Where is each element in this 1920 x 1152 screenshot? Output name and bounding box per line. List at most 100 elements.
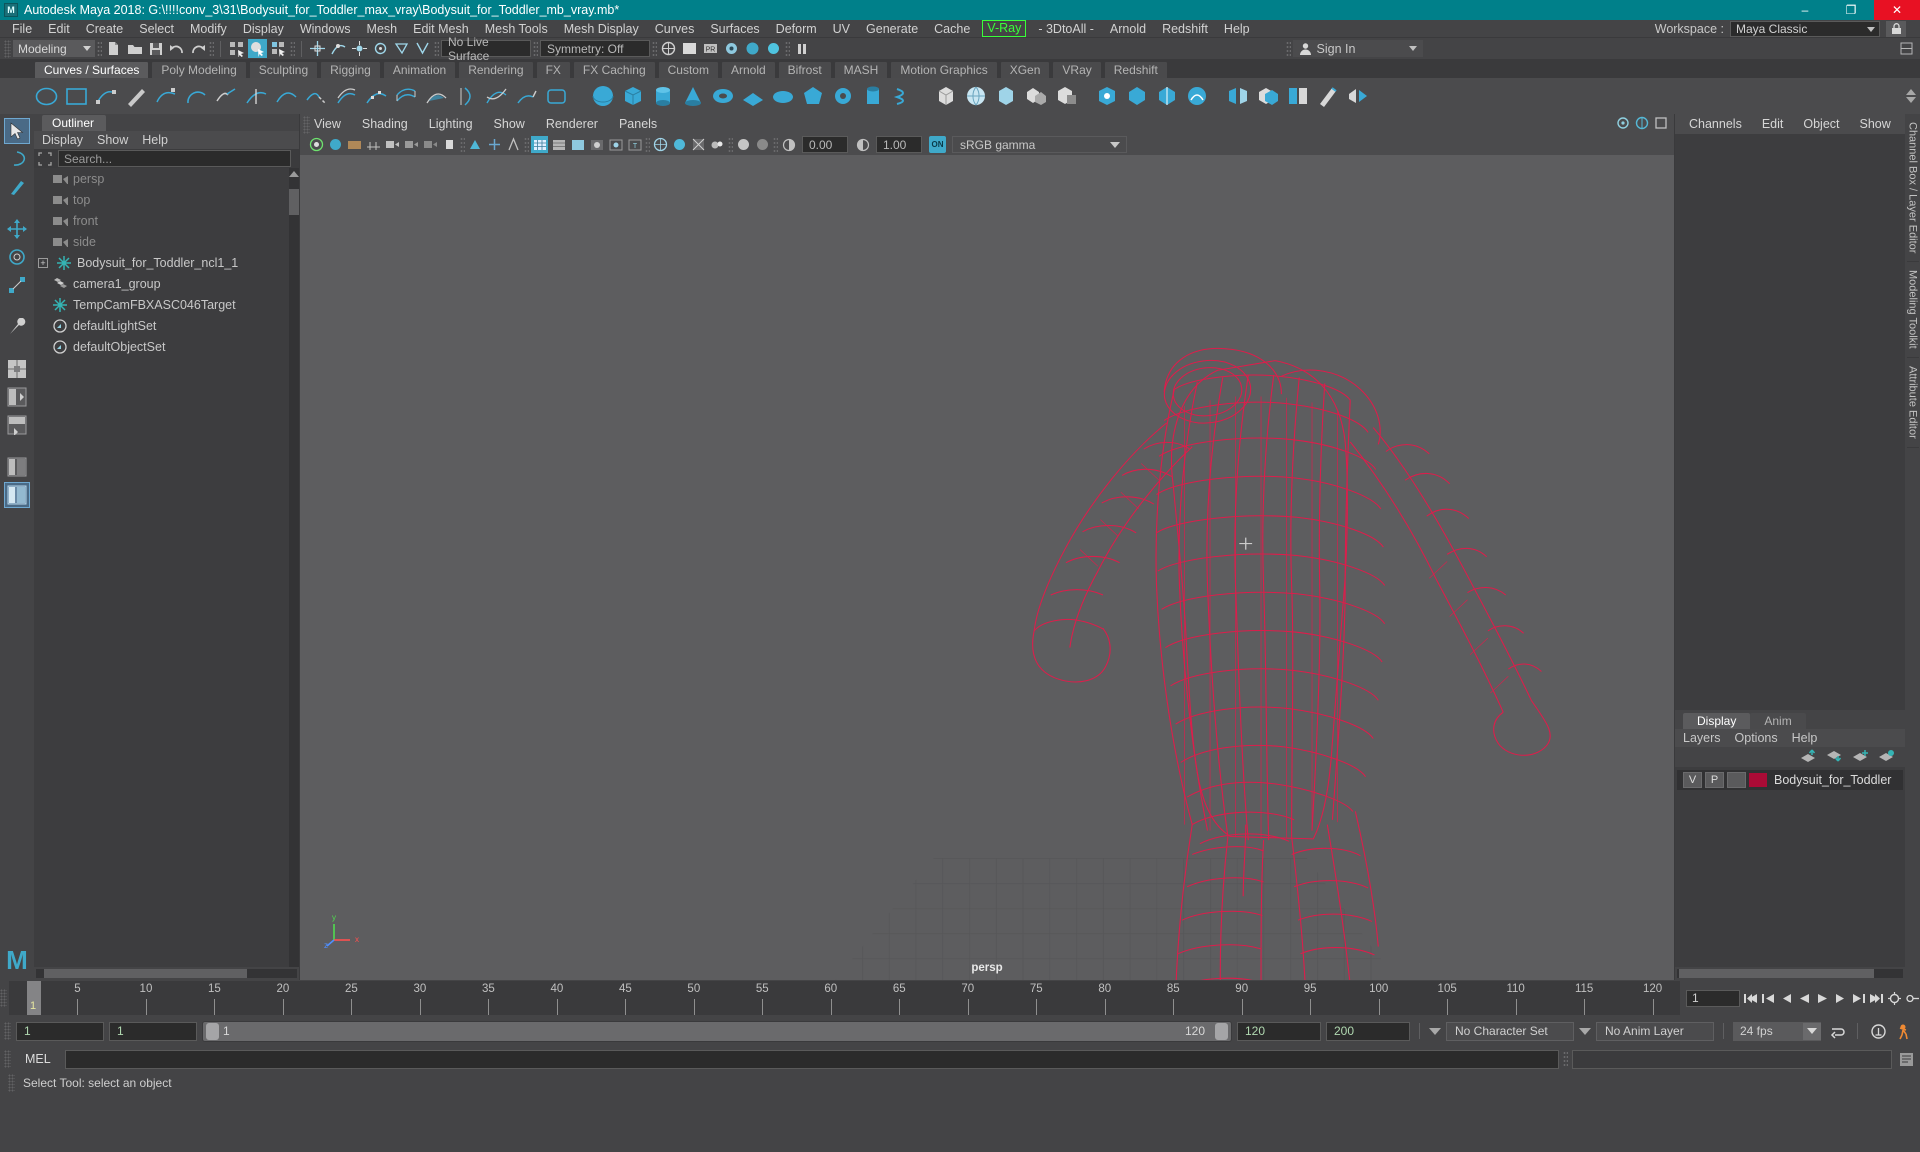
snap-curve-button[interactable] (329, 39, 348, 58)
anim-layer-menu-icon[interactable] (1579, 1027, 1591, 1035)
depth-of-field-icon[interactable] (709, 136, 726, 153)
auto-keyframe-toggle-button[interactable] (1867, 1021, 1889, 1041)
menu-create[interactable]: Create (78, 20, 132, 38)
outliner-item-bodysuit[interactable]: + Bodysuit_for_Toddler_ncl1_1 (34, 252, 299, 273)
menu-3dtoall[interactable]: - 3DtoAll - (1030, 20, 1102, 38)
menu-modify[interactable]: Modify (182, 20, 235, 38)
scrollbar-track[interactable] (36, 969, 297, 978)
menu-arnold[interactable]: Arnold (1102, 20, 1154, 38)
motion-blur-icon[interactable] (671, 136, 688, 153)
shelf-revolve-button[interactable] (454, 84, 479, 109)
shelf-tab-xgen[interactable]: XGen (999, 61, 1051, 78)
play-forwards-button[interactable] (1815, 989, 1830, 1007)
save-scene-button[interactable] (146, 39, 165, 58)
viewport-camera-icon[interactable] (1635, 116, 1649, 133)
vtab-modeling-toolkit[interactable]: Modeling Toolkit (1906, 262, 1919, 359)
menuset-select[interactable]: Modeling (13, 40, 95, 57)
shelf-duplicate-button[interactable] (1256, 84, 1281, 109)
scrollbar-track[interactable] (1677, 969, 1903, 978)
channelbox-menu-object[interactable]: Object (1803, 117, 1839, 131)
redo-button[interactable] (188, 39, 207, 58)
move-tool-button[interactable] (4, 216, 30, 242)
outliner-item-tempcam[interactable]: TempCamFBXASC046Target (34, 294, 299, 315)
lighting-icon[interactable] (607, 136, 624, 153)
pause-button[interactable] (792, 39, 811, 58)
exposure-icon[interactable] (441, 136, 458, 153)
channelbox-menu-show[interactable]: Show (1860, 117, 1891, 131)
minimize-button[interactable]: – (1782, 0, 1828, 20)
rangebar-grip[interactable] (4, 1022, 11, 1040)
shelf-circle-button[interactable] (34, 84, 59, 109)
menu-redshift[interactable]: Redshift (1154, 20, 1216, 38)
textured-icon[interactable] (588, 136, 605, 153)
menu-select[interactable]: Select (131, 20, 182, 38)
step-back-key-button[interactable] (1761, 989, 1776, 1007)
new-layer-from-selected-button[interactable] (1878, 749, 1895, 766)
shelf-tab-rigging[interactable]: Rigging (320, 61, 381, 78)
viewport-menu-panels[interactable]: Panels (619, 117, 657, 131)
vtab-attribute-editor[interactable]: Attribute Editor (1906, 358, 1919, 448)
menu-windows[interactable]: Windows (292, 20, 359, 38)
layer-menu-layers[interactable]: Layers (1683, 731, 1721, 745)
character-set-field[interactable]: No Character Set (1446, 1021, 1574, 1041)
signin-button[interactable]: Sign In (1292, 40, 1423, 57)
shelf-tab-fx-caching[interactable]: FX Caching (572, 61, 656, 78)
layer-playback-toggle[interactable]: P (1705, 772, 1724, 788)
shelf-extrude-face-button[interactable] (1155, 84, 1180, 109)
viewport-menu-lighting[interactable]: Lighting (429, 117, 473, 131)
shadows-icon[interactable]: T (626, 136, 643, 153)
render-current-frame-button[interactable] (659, 39, 678, 58)
vtab-channel-box[interactable]: Channel Box / Layer Editor (1906, 114, 1919, 263)
shelf-tab-rendering[interactable]: Rendering (458, 61, 534, 78)
animation-preferences-button[interactable] (1887, 989, 1902, 1007)
range-start-field[interactable]: 1 (109, 1021, 197, 1041)
shelf-mirror-button[interactable] (1226, 84, 1251, 109)
workspace-lock-button[interactable] (1886, 21, 1906, 37)
step-forward-key-button[interactable] (1851, 989, 1866, 1007)
outliner-menu-show[interactable]: Show (97, 133, 128, 147)
menu-mesh-display[interactable]: Mesh Display (556, 20, 647, 38)
menu-vray[interactable]: V-Ray (982, 20, 1027, 37)
layer-color-swatch[interactable] (1749, 773, 1767, 787)
shelf-boundary-button[interactable] (544, 84, 569, 109)
outliner-item-side[interactable]: side (34, 231, 299, 252)
shelf-disc-button[interactable] (771, 84, 796, 109)
shelf-rebuild-curve-button[interactable] (364, 84, 389, 109)
layer-tab-display[interactable]: Display (1683, 713, 1751, 729)
shelf-tab-custom[interactable]: Custom (657, 61, 719, 78)
auto-key-button[interactable] (1905, 989, 1920, 1007)
layout-three-panes-button[interactable] (4, 412, 30, 438)
outliner-item-front[interactable]: front (34, 210, 299, 231)
scrollbar-thumb[interactable] (1679, 969, 1874, 978)
shelf-cv-curve-button[interactable] (94, 84, 119, 109)
viewport-maximize-icon[interactable] (1654, 116, 1668, 133)
shelf-extend-curve-button[interactable] (304, 84, 329, 109)
layout-persp-outliner-button[interactable] (4, 454, 30, 480)
scrollbar-thumb[interactable] (289, 189, 299, 215)
snap-construction-button[interactable] (413, 39, 432, 58)
layer-tab-anim[interactable]: Anim (1750, 713, 1806, 729)
layer-visibility-toggle[interactable]: V (1683, 772, 1702, 788)
film-gate-icon[interactable] (384, 136, 401, 153)
channelbox-menu-channels[interactable]: Channels (1689, 117, 1742, 131)
render-settings-button[interactable]: PR (701, 39, 720, 58)
image-plane-icon[interactable] (346, 136, 363, 153)
snap-grid-button[interactable] (308, 39, 327, 58)
outliner-search-input[interactable]: Search... (58, 150, 291, 167)
shelf-gear-button[interactable] (831, 84, 856, 109)
multisample-icon[interactable] (690, 136, 707, 153)
shelf-tab-vray[interactable]: VRay (1052, 61, 1102, 78)
range-slider-track[interactable]: 1 120 (202, 1020, 1232, 1042)
viewport-canvas[interactable]: y x z persp (300, 155, 1674, 980)
layer-type-toggle[interactable] (1727, 772, 1746, 788)
gamma-left-icon[interactable] (854, 136, 871, 153)
animation-preferences-button[interactable] (1894, 1021, 1916, 1041)
shelf-uv-button[interactable] (1286, 84, 1311, 109)
last-tool-button[interactable] (4, 314, 30, 340)
outliner-menu-help[interactable]: Help (142, 133, 168, 147)
maximize-button[interactable]: ❐ (1828, 0, 1874, 20)
command-language-label[interactable]: MEL (15, 1052, 61, 1066)
menu-curves[interactable]: Curves (647, 20, 703, 38)
viewport-menu-show[interactable]: Show (494, 117, 525, 131)
shelf-cube-blue-button[interactable] (994, 84, 1019, 109)
